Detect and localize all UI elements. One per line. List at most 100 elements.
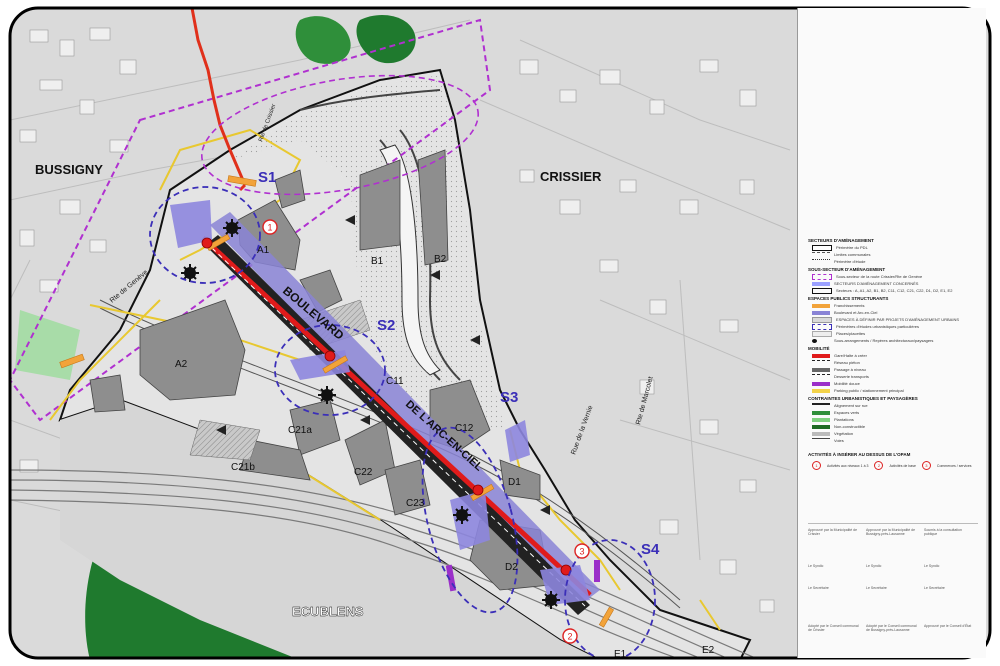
- legend-row-label: Franchissements: [834, 303, 865, 308]
- signature-cell: Approuvé par le Conseil d'État: [924, 624, 972, 628]
- legend-row-label: Voies: [834, 438, 844, 443]
- legend-row-label: Boulevard et Arc-en-Ciel: [834, 310, 878, 315]
- parcel-label-a2: A2: [175, 359, 188, 370]
- legend-row: Non-constructible: [812, 423, 986, 430]
- parcel-label-c12: C12: [455, 423, 474, 434]
- legend-row: Voies: [812, 437, 986, 444]
- legend-row: Périmètre du PDL: [812, 244, 986, 251]
- legend-row-label: Non-constructible: [834, 424, 866, 429]
- parcel-label-d2: D2: [505, 562, 518, 573]
- legend-symbol: [812, 431, 830, 436]
- legend-activity-symbol: 1: [812, 461, 821, 470]
- legend-symbol: [812, 388, 830, 393]
- legend-activity-label: Activités aux niveaux 1 à 3: [827, 463, 869, 468]
- legend-row-label: Alignement sur rue: [834, 403, 868, 408]
- legend-section-title: MOBILITÉ: [808, 346, 830, 351]
- legend-row: Parking public / stationnement principal: [812, 387, 986, 394]
- parcel-label-c11: C11: [386, 376, 404, 387]
- parcel-label-c23: C23: [406, 498, 425, 509]
- signature-cell: Adopté par le Conseil communal de Bussig…: [866, 624, 917, 632]
- legend-symbol: [812, 252, 830, 257]
- legend-activities-title: ACTIVITÉS À INSÉRER AU DESSUS DE L'OPAM: [808, 452, 911, 457]
- signature-block: Approuvé par la Municipalité de Crissier…: [808, 523, 978, 632]
- legend-row-label: Limites communales: [834, 252, 871, 257]
- legend-row-label: Réseau piéton: [834, 360, 860, 365]
- place-label-crissier: CRISSIER: [540, 169, 602, 184]
- legend-symbol: [812, 323, 832, 330]
- parcel-label-c21b: C21b: [231, 462, 255, 473]
- legend-row: Alignement sur rue: [812, 402, 986, 409]
- legend-row-label: Périmètres d'études urbanistiques partic…: [836, 324, 920, 329]
- legend-row-label: Passage à niveau: [834, 367, 866, 372]
- signature-cell: Le Syndic: [866, 564, 882, 568]
- legend-section-title: CONTRAINTES URBANISTIQUES ET PAYSAGÈRES: [808, 396, 918, 401]
- legend-symbol: [812, 402, 830, 409]
- legend-row-label: Gare/Halte à créer: [834, 353, 867, 358]
- legend-section-title: ESPACES PUBLICS STRUCTURANTS: [808, 296, 889, 301]
- legend-row: SECTEURS D'AMÉNAGEMENT CONCERNÉS: [812, 280, 986, 287]
- legend-row: Sous-secteur de la route Crissier/Rte de…: [812, 273, 986, 280]
- legend-row-label: Périmètre d'étude: [834, 259, 866, 264]
- legend-symbol: [812, 287, 832, 294]
- legend-row: Boulevard et Arc-en-Ciel: [812, 309, 986, 316]
- legend-symbol: [812, 244, 832, 251]
- legend-symbol: [812, 338, 817, 343]
- legend-row-label: Périmètre du PDL: [836, 245, 868, 250]
- legend-panel: SECTEURS D'AMÉNAGEMENT Périmètre du PDL Li…: [797, 8, 986, 658]
- legend-row-label: Végétation: [834, 431, 854, 436]
- legend-row: Places/placettes: [812, 330, 986, 337]
- parcel-label-b1: B1: [371, 256, 384, 267]
- legend-row-label: Plantations: [834, 417, 854, 422]
- signature-cell: Soumis à la consultation publique: [924, 528, 962, 536]
- signature-cell: Approuvé par la Municipalité de Crissier: [808, 528, 858, 536]
- legend-row: Secteurs : A, A1, A2, B1, B2, C11, C12, …: [812, 287, 986, 294]
- legend-row-label: Sous-arrangements / Repères architectura…: [834, 338, 934, 343]
- legend-row-label: SECTEURS D'AMÉNAGEMENT CONCERNÉS: [834, 281, 919, 286]
- legend-symbol: [812, 374, 830, 379]
- legend-row: Plantations: [812, 416, 986, 423]
- legend-row-label: Espaces verts: [834, 410, 860, 415]
- sector-label-s4: S4: [641, 541, 660, 558]
- sector-label-s2: S2: [377, 317, 395, 334]
- legend-activity-symbol: 3: [921, 461, 931, 470]
- parcel-label-d1: D1: [508, 477, 521, 488]
- svg-text:2: 2: [567, 632, 572, 642]
- legend-row: Gare/Halte à créer: [812, 352, 986, 359]
- legend-symbol: [812, 438, 830, 443]
- legend-symbol: [812, 410, 830, 415]
- legend-row-label: ESPACES À DÉFINIR PAR PROJETS D'AMÉNAGEM…: [836, 317, 960, 322]
- legend-symbol: [812, 303, 830, 308]
- legend-symbol: [812, 316, 832, 323]
- legend-sections: SECTEURS D'AMÉNAGEMENT Périmètre du PDL Li…: [798, 238, 986, 444]
- signature-cell: Le Secrétaire: [924, 586, 945, 590]
- parcel-label-c22: C22: [354, 467, 373, 478]
- legend-symbol: [812, 273, 832, 280]
- legend-activity-label: Activités de base: [889, 463, 916, 468]
- legend-row: Espaces verts: [812, 409, 986, 416]
- signature-cell: Approuvé par la Municipalité de Bussigny…: [866, 528, 916, 536]
- legend-section-title: SECTEURS D'AMÉNAGEMENT: [808, 238, 874, 243]
- legend-row-label: Places/placettes: [836, 331, 866, 336]
- parcel-label-c21a: C21a: [288, 425, 312, 436]
- legend-row-label: Mobilité douce: [834, 381, 860, 386]
- signature-cell: Adopté par le Conseil communal de Crissi…: [808, 624, 859, 632]
- parcel-label-e2: E2: [702, 645, 715, 656]
- legend-symbol: [812, 310, 830, 315]
- signature-cell: Le Syndic: [924, 564, 940, 568]
- legend-row: Passage à niveau: [812, 366, 986, 373]
- legend-symbol: [812, 417, 830, 422]
- legend-row: Végétation: [812, 430, 986, 437]
- sector-label-s3: S3: [500, 389, 518, 406]
- legend-activity-label: Commerces / services: [936, 463, 972, 468]
- legend-symbol: [812, 281, 830, 286]
- legend-row: Réseau piéton: [812, 359, 986, 366]
- legend-row: Desserte transports: [812, 373, 986, 380]
- svg-text:3: 3: [579, 547, 584, 557]
- place-label-ecublens: ECUBLENS: [292, 604, 364, 619]
- legend-row: Franchissements: [812, 302, 986, 309]
- legend-row-label: Sous-secteur de la route Crissier/Rte de…: [836, 274, 923, 279]
- signature-cell: Le Secrétaire: [808, 586, 829, 590]
- legend-symbol: [812, 367, 830, 372]
- legend-row-label: Desserte transports: [834, 374, 869, 379]
- legend-activities: 1 Activités aux niveaux 1 à 3 2 Activités d…: [812, 461, 986, 470]
